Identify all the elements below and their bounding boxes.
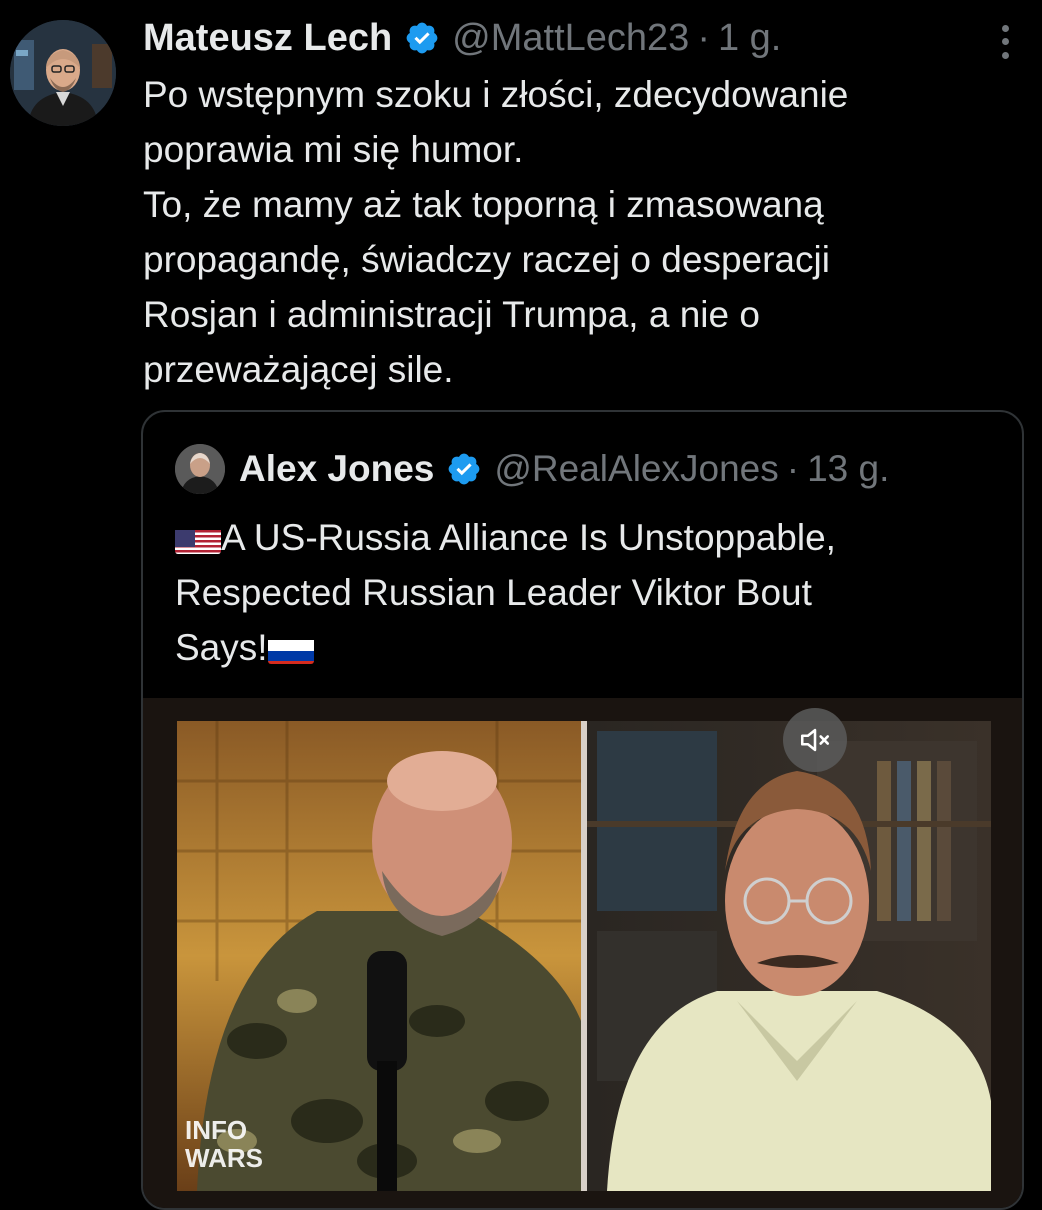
tweet-text-line: Po wstępnym szoku i złości, zdecydowanie bbox=[143, 74, 849, 115]
quoted-tweet-text: A US-Russia Alliance Is Unstoppable, Res… bbox=[175, 510, 1015, 675]
video-player[interactable]: INFO WARS bbox=[143, 698, 1022, 1208]
timestamp[interactable]: 1 g. bbox=[718, 17, 781, 60]
quoted-author-name[interactable]: Alex Jones bbox=[239, 448, 434, 490]
quoted-tweet[interactable]: Alex Jones @RealAlexJones · 13 g. A US-R… bbox=[141, 410, 1024, 1210]
tweet-text-line: przeważającej sile. bbox=[143, 349, 454, 390]
video-frame: INFO WARS bbox=[177, 721, 991, 1191]
tweet-text-line: propagandę, świadczy raczej o desperacji bbox=[143, 239, 830, 280]
volume-muted-icon bbox=[800, 728, 830, 752]
quoted-text-line-2: Respected Russian Leader Viktor Bout bbox=[175, 572, 812, 613]
verified-badge-icon bbox=[446, 451, 482, 487]
author-avatar[interactable] bbox=[10, 20, 116, 126]
author-name[interactable]: Mateusz Lech bbox=[143, 17, 392, 60]
more-dot bbox=[1001, 51, 1009, 59]
russia-flag-icon bbox=[267, 632, 314, 664]
quoted-text: Says! bbox=[175, 627, 268, 668]
quoted-timestamp[interactable]: 13 g. bbox=[807, 448, 889, 490]
more-dot bbox=[1001, 38, 1009, 46]
quoted-text: A US-Russia Alliance Is Unstoppable, bbox=[221, 517, 836, 558]
quoted-author-avatar[interactable] bbox=[175, 444, 225, 494]
quoted-text-line-3: Says! bbox=[175, 620, 1015, 675]
separator-dot: · bbox=[786, 448, 800, 489]
quoted-tweet-header: Alex Jones @RealAlexJones · 13 g. bbox=[175, 444, 889, 494]
author-handle[interactable]: @MattLech23 bbox=[452, 17, 689, 60]
quoted-text-line-1: A US-Russia Alliance Is Unstoppable, bbox=[175, 510, 1015, 565]
svg-text:WARS: WARS bbox=[185, 1143, 263, 1173]
tweet-card[interactable]: Mateusz Lech @MattLech23 · 1 g. Po wstęp… bbox=[0, 0, 1042, 1210]
us-flag-icon bbox=[175, 522, 221, 554]
tweet-text: Po wstępnym szoku i złości, zdecydowanie… bbox=[143, 67, 1003, 397]
verified-badge-icon bbox=[404, 20, 440, 56]
more-vertical-icon[interactable] bbox=[992, 22, 1018, 62]
tweet-text-line: poprawia mi się humor. bbox=[143, 129, 524, 170]
more-dot bbox=[1001, 25, 1009, 33]
separator-dot: · bbox=[697, 16, 710, 59]
tweet-text-line: To, że mamy aż tak toporną i zmasowaną bbox=[143, 184, 824, 225]
tweet-text-line: Rosjan i administracji Trumpa, a nie o bbox=[143, 294, 760, 335]
quoted-author-handle[interactable]: @RealAlexJones bbox=[494, 448, 778, 490]
svg-text:INFO: INFO bbox=[185, 1115, 247, 1145]
mute-toggle-button[interactable] bbox=[783, 708, 847, 772]
tweet-header: Mateusz Lech @MattLech23 · 1 g. bbox=[143, 14, 781, 62]
